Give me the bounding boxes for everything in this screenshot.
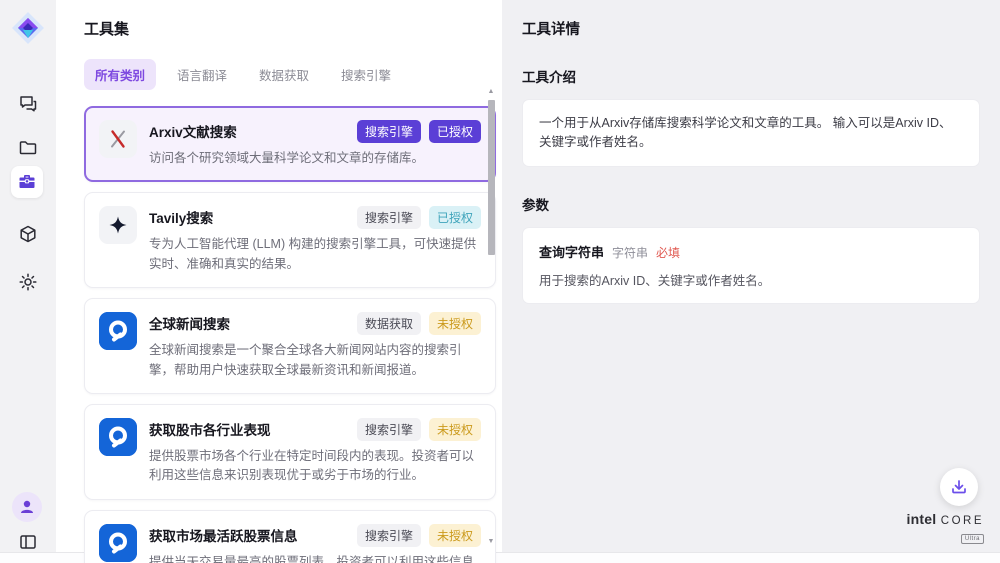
scrollbar[interactable]: ▲ ▼ <box>486 86 496 546</box>
intel-core-logo: intel CORE Ultra <box>907 512 984 544</box>
category-badge: 数据获取 <box>357 312 421 335</box>
param-required-badge: 必填 <box>656 244 680 261</box>
category-badge: 搜索引擎 <box>357 524 421 547</box>
tool-list: Arxiv文献搜索搜索引擎已授权访问各个研究领域大量科学论文和文章的存储库。Ta… <box>84 106 496 563</box>
tool-description: 专为人工智能代理 (LLM) 构建的搜索引擎工具，可快速提供实时、准确和真实的结… <box>149 235 481 274</box>
tool-card-1[interactable]: Tavily搜索 搜索引擎已授权专为人工智能代理 (LLM) 构建的搜索引擎工具，… <box>84 192 496 288</box>
category-badge: 搜索引擎 <box>357 206 421 229</box>
tab-category-0[interactable]: 所有类别 <box>84 59 156 90</box>
tool-title: Tavily搜索 <box>149 206 213 227</box>
tool-card-0[interactable]: Arxiv文献搜索 搜索引擎已授权访问各个研究领域大量科学论文和文章的存储库。 <box>84 106 496 182</box>
param-description: 用于搜索的Arxiv ID、关键字或作者姓名。 <box>539 270 963 289</box>
category-badge: 搜索引擎 <box>357 120 421 143</box>
param-name: 查询字符串 <box>539 242 604 261</box>
auth-status-badge: 已授权 <box>429 120 481 143</box>
user-avatar[interactable] <box>12 492 42 522</box>
tool-title: Arxiv文献搜索 <box>149 120 237 141</box>
q-blue-icon <box>99 524 137 562</box>
tab-category-3[interactable]: 搜索引擎 <box>330 59 402 90</box>
q-blue-icon <box>99 418 137 456</box>
auth-status-badge: 已授权 <box>429 206 481 229</box>
tool-description: 提供股票市场各个行业在特定时间段内的表现。投资者可以利用这些信息来识别表现优于或… <box>149 447 481 486</box>
tool-list-panel: 工具集 所有类别语言翻译数据获取搜索引擎 Arxiv文献搜索搜索引擎已授权访问各… <box>56 0 502 552</box>
sidebar-item-chat-icon[interactable] <box>12 88 44 120</box>
left-rail <box>0 0 56 552</box>
page-title: 工具集 <box>84 18 502 39</box>
download-button[interactable] <box>940 468 978 506</box>
scroll-up-icon[interactable]: ▲ <box>486 86 496 96</box>
detail-title: 工具详情 <box>522 18 980 39</box>
category-tabs: 所有类别语言翻译数据获取搜索引擎 <box>84 59 502 90</box>
tool-card-2[interactable]: 全球新闻搜索 数据获取未授权全球新闻搜索是一个聚合全球各大新闻网站内容的搜索引擎，… <box>84 298 496 394</box>
tool-title: 获取股市各行业表现 <box>149 418 271 439</box>
scroll-down-icon[interactable]: ▼ <box>486 536 496 546</box>
tavily-icon <box>99 206 137 244</box>
q-blue-icon <box>99 312 137 350</box>
sidebar-item-toolbox-icon[interactable] <box>11 166 43 198</box>
sidebar-item-cube-icon[interactable] <box>12 218 44 250</box>
scrollbar-thumb[interactable] <box>488 100 495 255</box>
tool-card-4[interactable]: 获取市场最活跃股票信息 搜索引擎未授权提供当天交易量最高的股票列表，投资者可以利用… <box>84 510 496 563</box>
intro-text: 一个用于从Arxiv存储库搜索科学论文和文章的工具。 输入可以是Arxiv ID… <box>539 114 963 152</box>
brand-ultra-badge: Ultra <box>961 534 984 544</box>
tool-card-3[interactable]: 获取股市各行业表现 搜索引擎未授权提供股票市场各个行业在特定时间段内的表现。投资者… <box>84 404 496 500</box>
tool-title: 获取市场最活跃股票信息 <box>149 524 298 545</box>
sidebar-item-gear-icon[interactable] <box>12 266 44 298</box>
auth-status-badge: 未授权 <box>429 418 481 441</box>
app-window: 工具集 所有类别语言翻译数据获取搜索引擎 Arxiv文献搜索搜索引擎已授权访问各… <box>0 0 1000 553</box>
param-card: 查询字符串 字符串 必填 用于搜索的Arxiv ID、关键字或作者姓名。 <box>522 227 980 304</box>
tool-description: 访问各个研究领域大量科学论文和文章的存储库。 <box>149 149 481 168</box>
collapse-sidebar-icon[interactable] <box>12 526 44 558</box>
param-type: 字符串 <box>612 244 648 261</box>
tool-description: 提供当天交易量最高的股票列表，投资者可以利用这些信息来识别流动性强的股票和潜在的… <box>149 553 481 563</box>
tab-category-2[interactable]: 数据获取 <box>248 59 320 90</box>
tool-title: 全球新闻搜索 <box>149 312 230 333</box>
tool-detail-panel: 工具详情 工具介绍 一个用于从Arxiv存储库搜索科学论文和文章的工具。 输入可… <box>502 0 1000 552</box>
category-badge: 搜索引擎 <box>357 418 421 441</box>
brand-intel: intel <box>907 511 937 527</box>
intro-card: 一个用于从Arxiv存储库搜索科学论文和文章的工具。 输入可以是Arxiv ID… <box>522 99 980 167</box>
auth-status-badge: 未授权 <box>429 312 481 335</box>
intro-header: 工具介绍 <box>522 66 980 86</box>
params-header: 参数 <box>522 194 980 214</box>
brand-core: CORE <box>941 515 984 527</box>
auth-status-badge: 未授权 <box>429 524 481 547</box>
tab-category-1[interactable]: 语言翻译 <box>166 59 238 90</box>
sidebar-item-folder-icon[interactable] <box>12 132 44 164</box>
tool-description: 全球新闻搜索是一个聚合全球各大新闻网站内容的搜索引擎，帮助用户快速获取全球最新资… <box>149 341 481 380</box>
arxiv-icon <box>99 120 137 158</box>
app-logo-icon <box>10 10 46 46</box>
